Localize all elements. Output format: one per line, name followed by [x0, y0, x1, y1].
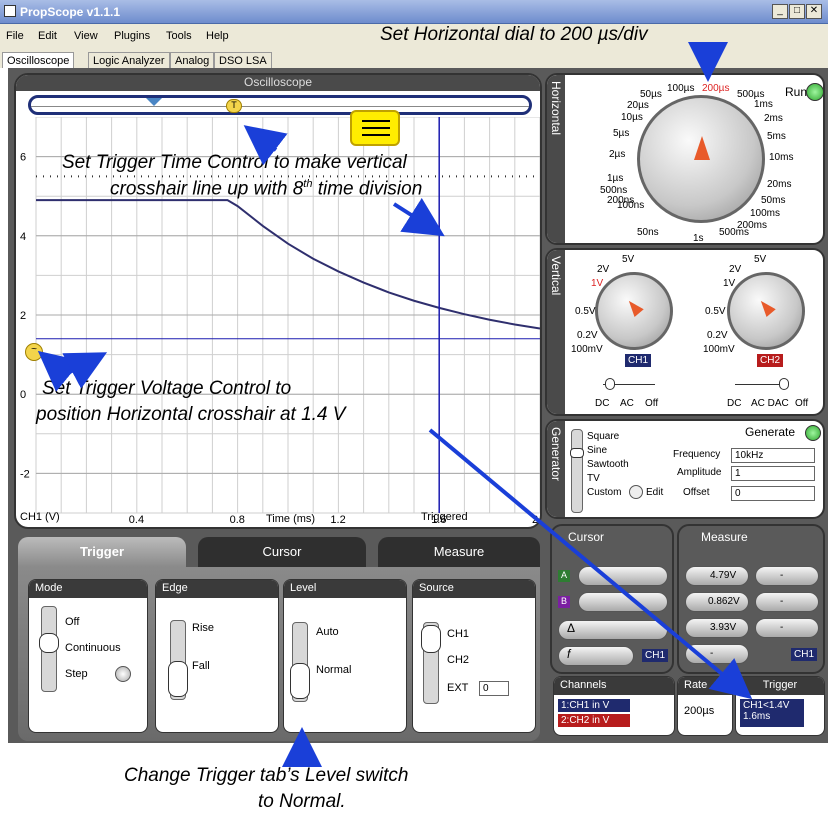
- arrow-crosshair: [392, 197, 445, 237]
- arrow-trigger-info: [428, 428, 753, 700]
- arrow-trigger-level: [37, 350, 82, 392]
- arrow-trigger-time: [243, 125, 288, 166]
- arrow-horizontal-crosshair: [62, 352, 108, 389]
- annotation-arrows: [37, 42, 753, 767]
